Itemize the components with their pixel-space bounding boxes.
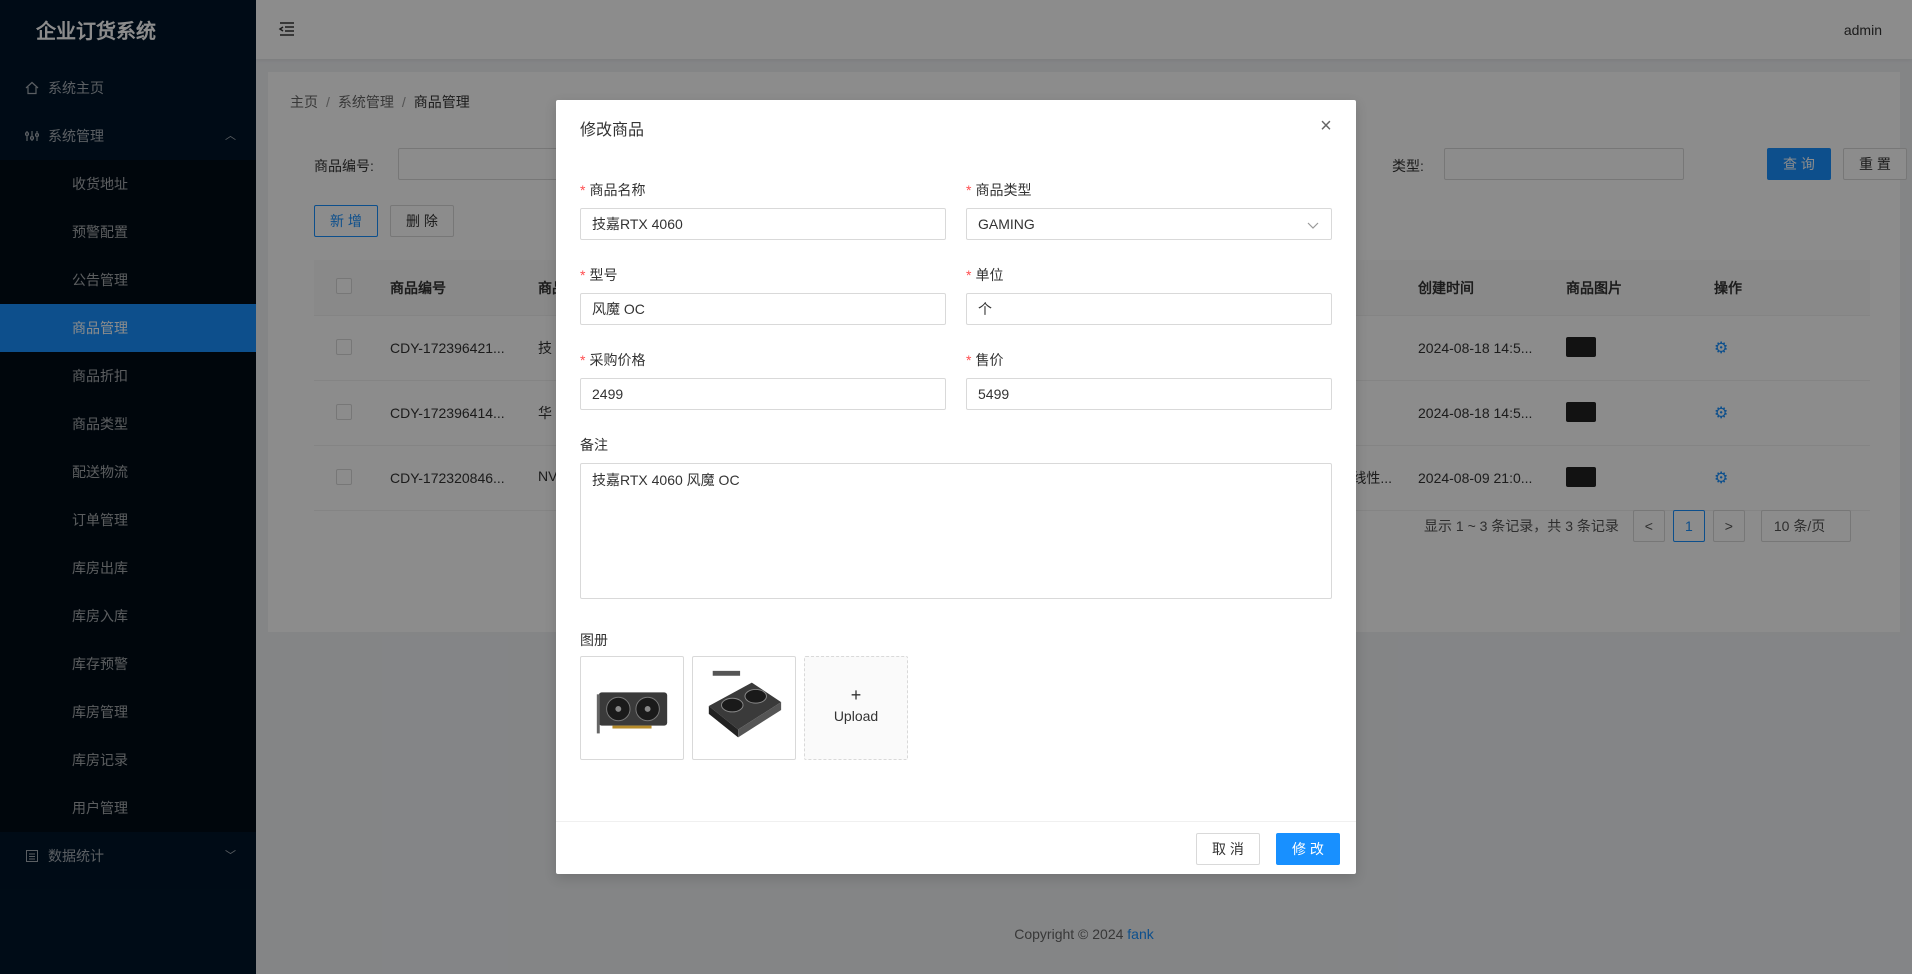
type-select-value: GAMING xyxy=(978,216,1035,232)
submit-button[interactable]: 修 改 xyxy=(1276,833,1340,865)
chevron-down-icon xyxy=(1307,209,1319,242)
cancel-button[interactable]: 取 消 xyxy=(1196,833,1260,865)
modal-title: 修改商品 xyxy=(580,122,645,139)
close-icon[interactable]: × xyxy=(1314,114,1338,138)
edit-goods-modal: 修改商品 × * 商品名称 技嘉RTX 4060 * 商品类型 GAMING * 型号… xyxy=(556,100,1356,874)
album-image-2[interactable] xyxy=(692,656,796,760)
modal-header: 修改商品 × xyxy=(556,100,1356,155)
upload-button[interactable]: + Upload xyxy=(804,656,908,760)
modal-footer: 取 消 修 改 xyxy=(556,821,1356,874)
cost-field-label: * 采购价格 xyxy=(580,352,646,368)
remark-field-label: 备注 xyxy=(580,437,608,453)
type-field-label: * 商品类型 xyxy=(966,182,1032,198)
unit-field[interactable]: 个 xyxy=(966,293,1332,325)
unit-field-label: * 单位 xyxy=(966,267,1004,283)
plus-icon: + xyxy=(850,685,862,705)
price-field[interactable]: 5499 xyxy=(966,378,1332,410)
cost-field[interactable]: 2499 xyxy=(580,378,946,410)
type-select[interactable]: GAMING xyxy=(966,208,1332,240)
upload-label: Upload xyxy=(833,708,879,724)
album-label: 图册 xyxy=(580,632,608,648)
modal-body: * 商品名称 技嘉RTX 4060 * 商品类型 GAMING * 型号 风魔 OC … xyxy=(556,155,1356,822)
model-field[interactable]: 风魔 OC xyxy=(580,293,946,325)
name-field[interactable]: 技嘉RTX 4060 xyxy=(580,208,946,240)
album-image-1[interactable] xyxy=(580,656,684,760)
name-field-label: * 商品名称 xyxy=(580,182,646,198)
price-field-label: * 售价 xyxy=(966,352,1004,368)
remark-textarea[interactable]: 技嘉RTX 4060 风魔 OC xyxy=(580,463,1332,599)
model-field-label: * 型号 xyxy=(580,267,618,283)
